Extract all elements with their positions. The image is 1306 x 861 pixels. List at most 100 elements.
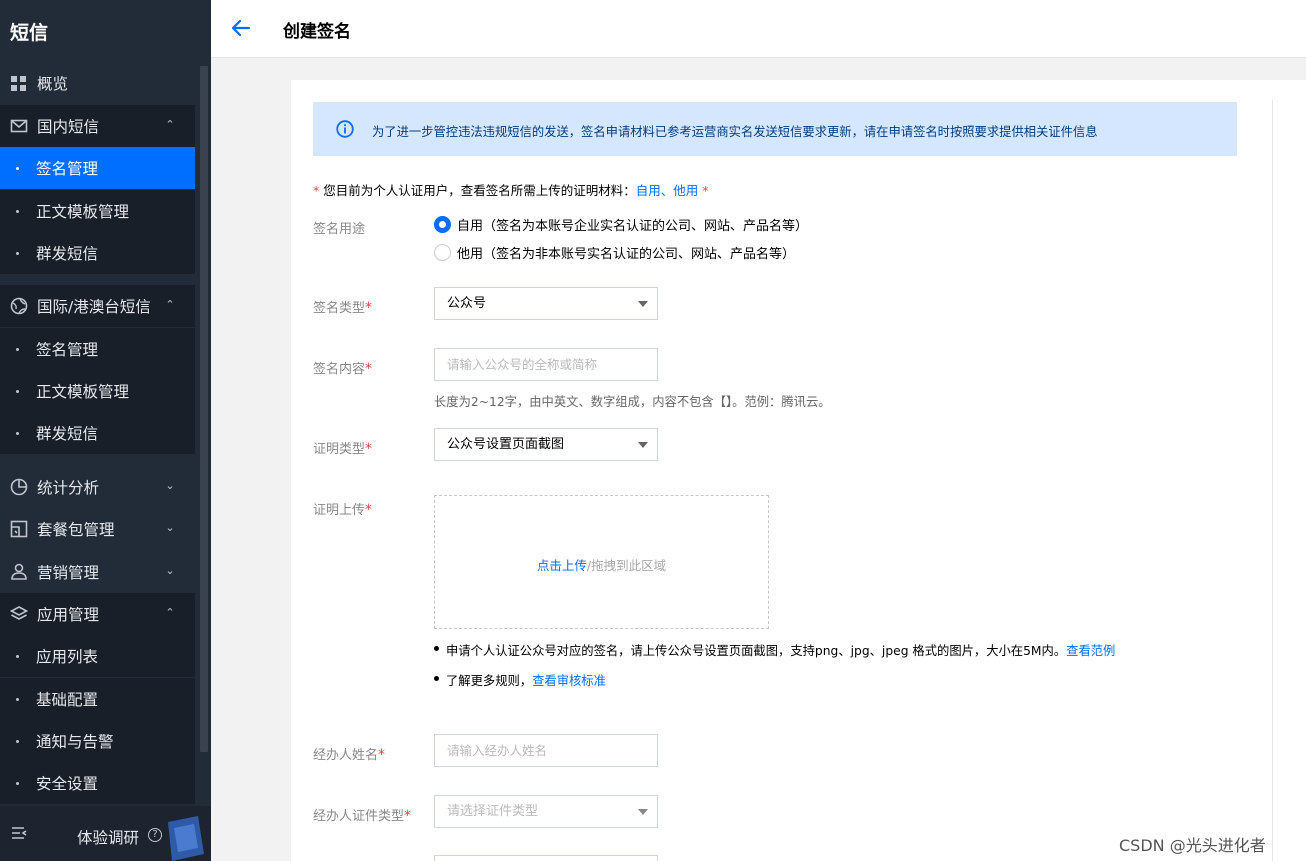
sidebar-item-domestic-sms[interactable]: 国内短信 ⌃ [0, 105, 195, 147]
label-text: 证明类型 [313, 442, 366, 457]
proof-type-select[interactable]: 公众号设置页面截图 [434, 428, 658, 461]
notice-text: 为了进一步管控违法违规短信的发送，签名申请材料已参考运营商实名发送短信要求更新，… [372, 125, 1098, 139]
sidebar-item-label: 群发短信 [36, 245, 99, 263]
self-use-material-link[interactable]: 自用 [636, 183, 661, 198]
info-notice: 为了进一步管控违法违规短信的发送，签名申请材料已参考运营商实名发送短信要求更新，… [313, 102, 1237, 156]
select-value: 公众号 [447, 296, 487, 311]
radio-label: 自用（签名为本账号企业实名认证的公司、网站、产品名等） [457, 219, 809, 234]
required-mark: * [365, 441, 373, 457]
sidebar-item-label: 应用管理 [37, 606, 100, 624]
other-use-material-link[interactable]: 他用 [673, 183, 698, 198]
drag-hint: /拖拽到此区域 [586, 558, 667, 573]
chevron-down-icon: ⌄ [165, 521, 175, 534]
required-mark: * [404, 808, 412, 824]
sidebar-item-label: 套餐包管理 [37, 521, 115, 539]
agent-name-input[interactable] [434, 734, 658, 767]
upload-rule-1: 申请个人认证公众号对应的签名，请上传公众号设置页面截图，支持png、jpg、jp… [434, 641, 1115, 659]
sidebar-item-label: 正文模板管理 [36, 203, 130, 221]
requirement-line: * 您目前为个人认证用户，查看签名所需上传的证明材料：自用、他用 * [313, 180, 709, 199]
click-upload-link[interactable]: 点击上传 [537, 558, 587, 573]
sidebar-item-label: 应用列表 [36, 648, 99, 666]
chevron-up-icon: ⌃ [165, 298, 175, 311]
sidebar: 短信 概览 国内短信 ⌃ 签名管理 正文模板管理 群发短信 国际/港澳台短信 ⌃… [0, 0, 211, 861]
sidebar-item-package-management[interactable]: 套餐包管理 ⌄ [0, 508, 195, 550]
sidebar-item-overview[interactable]: 概览 [0, 62, 195, 104]
usage-radio-other[interactable]: 他用（签名为非本账号实名认证的公司、网站、产品名等） [434, 243, 795, 262]
grid-icon [11, 76, 26, 91]
chevron-up-icon: ⌃ [165, 118, 175, 131]
sidebar-item-intl-template-management[interactable]: 正文模板管理 [0, 370, 195, 412]
chevron-down-icon: ⌄ [165, 564, 175, 577]
bullet-dot [16, 655, 19, 658]
sidebar-item-label: 正文模板管理 [36, 383, 130, 401]
bullet-dot [16, 167, 19, 170]
required-mark: * [702, 183, 709, 198]
label-text: 经办人姓名 [313, 748, 379, 763]
required-mark: * [365, 502, 373, 518]
sidebar-item-security-settings[interactable]: 安全设置 [0, 762, 195, 804]
usage-label-text: 签名用途 [313, 222, 366, 237]
signature-content-hint: 长度为2~12字，由中英文、数字组成，内容不包含【】。范例：腾讯云。 [434, 395, 831, 409]
bullet-dot [16, 210, 19, 213]
sidebar-item-label: 统计分析 [37, 479, 100, 497]
sidebar-item-intl-bulk-sms[interactable]: 群发短信 [0, 412, 195, 454]
page-title: 创建签名 [283, 22, 351, 42]
upload-text: 点击上传/拖拽到此区域 [435, 555, 768, 574]
info-icon [336, 120, 354, 138]
signature-type-select[interactable]: 公众号 [434, 287, 658, 320]
sidebar-title: 短信 [10, 22, 49, 44]
bullet-dot [16, 390, 19, 393]
next-field-partial[interactable] [434, 855, 658, 861]
rule-text: 申请个人认证公众号对应的签名，请上传公众号设置页面截图，支持png、jpg、jp… [446, 644, 1067, 658]
survey-link[interactable]: 体验调研 [77, 826, 139, 848]
upload-dropzone[interactable]: 点击上传/拖拽到此区域 [434, 495, 769, 629]
sidebar-item-basic-config[interactable]: 基础配置 [0, 678, 195, 720]
label-text: 签名类型 [313, 301, 366, 316]
select-value: 公众号设置页面截图 [447, 437, 565, 452]
sidebar-item-template-management[interactable]: 正文模板管理 [0, 190, 195, 232]
sidebar-item-notifications-alerts[interactable]: 通知与告警 [0, 720, 195, 762]
review-standard-link[interactable]: 查看审核标准 [532, 674, 606, 688]
layers-icon [10, 606, 28, 620]
signature-content-label: 签名内容* [313, 358, 372, 377]
mail-icon [10, 119, 28, 133]
required-mark: * [378, 747, 386, 763]
collapse-menu-icon[interactable] [10, 824, 28, 842]
globe-icon [10, 297, 28, 315]
sidebar-item-intl-signature-management[interactable]: 签名管理 [0, 328, 195, 370]
sidebar-item-label: 通知与告警 [36, 733, 114, 751]
label-text: 证明上传 [313, 503, 366, 518]
radio-label: 他用（签名为非本账号实名认证的公司、网站、产品名等） [457, 247, 796, 262]
usage-label: 签名用途 [313, 218, 365, 237]
sidebar-item-label: 安全设置 [36, 775, 99, 793]
pie-chart-icon [10, 478, 28, 496]
sidebar-item-app-list[interactable]: 应用列表 [0, 635, 195, 677]
sidebar-item-app-management[interactable]: 应用管理 ⌃ [0, 593, 195, 635]
signature-content-input[interactable] [434, 348, 658, 381]
sidebar-item-label: 国内短信 [37, 118, 100, 136]
bullet-dot [16, 782, 19, 785]
package-icon [10, 520, 28, 538]
agent-id-type-select[interactable]: 请选择证件类型 [434, 795, 658, 828]
sidebar-item-statistics[interactable]: 统计分析 ⌄ [0, 466, 195, 508]
bullet-dot [16, 432, 19, 435]
sidebar-item-signature-management[interactable]: 签名管理 [0, 147, 195, 189]
sidebar-item-bulk-sms[interactable]: 群发短信 [0, 232, 195, 274]
caret-down-icon [638, 301, 648, 307]
separator: 、 [660, 183, 674, 198]
label-text: 经办人证件类型 [313, 809, 405, 824]
required-mark: * [365, 361, 373, 377]
bullet-dot [16, 698, 19, 701]
bullet-dot [16, 740, 19, 743]
usage-radio-self[interactable]: 自用（签名为本账号企业实名认证的公司、网站、产品名等） [434, 215, 808, 234]
sidebar-item-marketing-management[interactable]: 营销管理 ⌄ [0, 551, 195, 593]
view-example-link[interactable]: 查看范例 [1066, 644, 1115, 658]
decoration-illustration-icon [168, 816, 204, 861]
divider [1272, 100, 1273, 861]
back-arrow-icon[interactable] [231, 17, 251, 39]
radio-unchecked[interactable] [434, 244, 451, 261]
chevron-down-icon: ⌄ [165, 479, 175, 492]
sidebar-item-international-sms[interactable]: 国际/港澳台短信 ⌃ [0, 285, 195, 327]
sidebar-scrollbar[interactable] [200, 66, 208, 752]
radio-checked[interactable] [434, 216, 451, 233]
